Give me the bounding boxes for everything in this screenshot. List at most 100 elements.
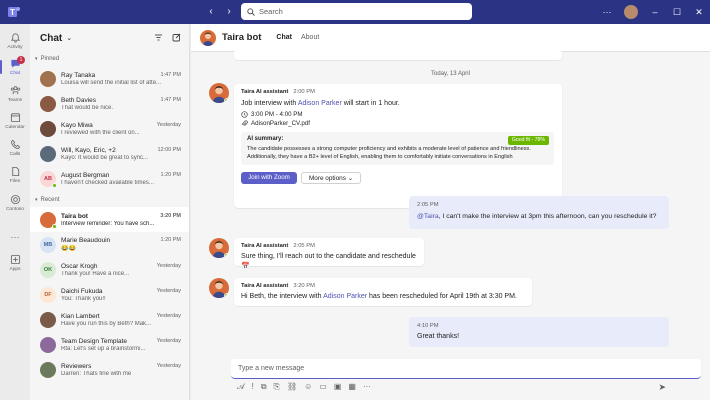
- chat-list-item[interactable]: Kayo Miwa Yesterday I reviewed with the cl…: [30, 116, 189, 141]
- contact-name: Ray Tanaka: [61, 71, 96, 79]
- rail-label: Contoso: [6, 207, 24, 212]
- link-icon[interactable]: ⛓: [287, 382, 297, 392]
- chat-list-item[interactable]: Beth Davies 1:47 PM That would be nice.: [30, 91, 189, 116]
- send-icon[interactable]: ➤: [658, 382, 666, 393]
- close-button[interactable]: ✕: [688, 7, 710, 18]
- chat-list-item[interactable]: AB August Bergman 1:20 PM I haven't checked…: [30, 166, 189, 191]
- chevron-left-icon[interactable]: ‹: [205, 6, 217, 18]
- recent-section-header[interactable]: ▾ Recent: [30, 193, 189, 207]
- rail-chat[interactable]: 1 Chat: [0, 54, 30, 80]
- tab-about[interactable]: About: [301, 24, 319, 52]
- rail-calendar[interactable]: Calendar: [0, 108, 30, 134]
- message-list: Today, 13 April Taira AI assistant 2:00 P…: [191, 49, 710, 373]
- gif-icon[interactable]: ▭: [319, 382, 327, 392]
- pinned-section-header[interactable]: ▾ Pinned: [30, 52, 189, 66]
- composer-toolbar: 𝒜 ! ⧉ ⎘ ⛓ ☺ ▭ ▣ ▦ ···: [237, 382, 371, 392]
- chat-list-item[interactable]: Ray Tanaka 1:47 PM Louisa will send the in…: [30, 66, 189, 91]
- recent-list: Taira bot 3:20 PM Interview reminder: You …: [30, 207, 189, 382]
- more-icon[interactable]: ···: [0, 224, 30, 250]
- rail-apps[interactable]: Apps: [0, 250, 30, 276]
- chat-item-top: Daichi Fukuda Yesterday: [61, 288, 181, 295]
- rail-label: Chat: [9, 71, 21, 76]
- join-zoom-button[interactable]: Join with Zoom: [241, 172, 297, 184]
- chat-list-item[interactable]: Kian Lambert Yesterday Have you run this b…: [30, 307, 189, 332]
- message-time: 4:10 PM: [417, 323, 439, 329]
- contoso-icon: [10, 194, 20, 205]
- avatar: [40, 70, 56, 87]
- rail-teams[interactable]: Teams: [0, 81, 30, 107]
- bell-icon: [10, 33, 20, 43]
- chat-list-item[interactable]: DF Daichi Fukuda Yesterday You: Thank you!!: [30, 282, 189, 307]
- maximize-button[interactable]: ☐: [666, 7, 688, 18]
- minimize-button[interactable]: –: [644, 7, 666, 17]
- filter-icon[interactable]: [154, 33, 163, 42]
- message-sender: Taira AI assistant 2:05 PM: [241, 243, 315, 249]
- chat-list-item[interactable]: MB Marie Beaudouin 1:20 PM 😂😂: [30, 232, 189, 257]
- chat-list-item[interactable]: Will, Kayo, Eric, +2 12:00 PM Kayo: It wou…: [30, 141, 189, 166]
- search-placeholder: Search: [259, 7, 283, 16]
- panel-title[interactable]: Chat: [40, 33, 62, 44]
- rail-activity[interactable]: Activity: [0, 28, 30, 54]
- file-icon: [11, 166, 19, 177]
- message-preview: Interview reminder: You have sch...: [61, 220, 155, 227]
- chat-list-item[interactable]: Reviewers Yesterday Darren: Thats fine wit…: [30, 357, 189, 382]
- rail-contoso[interactable]: Contoso: [0, 190, 30, 216]
- panel-actions: [154, 33, 181, 42]
- emoji-icon[interactable]: ☺: [304, 382, 312, 392]
- rail-label: Apps: [9, 267, 21, 272]
- chat-item-top: August Bergman 1:20 PM: [61, 172, 181, 179]
- message-preview: Darren: Thats fine with me: [61, 370, 132, 377]
- candidate-link[interactable]: Adison Parker: [298, 100, 342, 107]
- date-separator: Today, 13 April: [431, 71, 470, 77]
- new-chat-icon[interactable]: [172, 33, 181, 42]
- rail-label: Activity: [7, 45, 23, 50]
- unread-badge: 1: [17, 56, 25, 64]
- chat-list-item[interactable]: OK Oscar Krogh Yesterday Thank you! Have a …: [30, 257, 189, 282]
- svg-text:T: T: [10, 8, 15, 17]
- message-text: Job interview with Adison Parker will st…: [241, 99, 400, 109]
- message-preview: I haven't checked available times...: [61, 179, 154, 186]
- chat-list-item[interactable]: Taira bot 3:20 PM Interview reminder: You …: [30, 207, 189, 232]
- more-options-button[interactable]: More options ⌄: [301, 172, 361, 184]
- search-icon: [247, 7, 255, 16]
- online-status: [224, 293, 229, 298]
- attachment-row[interactable]: AdisonParker_CV.pdf: [241, 120, 310, 127]
- collapse-icon: ▾: [35, 197, 38, 203]
- mention-link[interactable]: @Taira: [417, 213, 439, 220]
- profile-avatar[interactable]: [624, 5, 638, 19]
- more-icon[interactable]: ···: [363, 382, 371, 392]
- phone-icon: [10, 139, 20, 150]
- composer-placeholder: Type a new message: [238, 365, 305, 372]
- message-composer[interactable]: Type a new message: [231, 359, 701, 379]
- tab-chat[interactable]: Chat: [276, 24, 292, 52]
- text-fragment: Hi Beth, the interview with: [241, 293, 324, 300]
- avatar: [40, 120, 56, 137]
- sticker-icon[interactable]: ▣: [334, 382, 342, 392]
- attachment-name[interactable]: AdisonParker_CV.pdf: [251, 120, 310, 127]
- schedule-meeting-icon[interactable]: ▦: [348, 382, 356, 392]
- chevron-down-icon[interactable]: ⌄: [66, 34, 72, 42]
- rail-files[interactable]: Files: [0, 162, 30, 188]
- more-options-button[interactable]: ···: [596, 7, 618, 17]
- search-input[interactable]: Search: [241, 3, 472, 20]
- priority-icon[interactable]: !: [252, 382, 254, 392]
- rail-label: Calls: [9, 152, 21, 157]
- chat-item-body: August Bergman 1:20 PM I haven't checked a…: [61, 172, 181, 186]
- chat-item-top: Kayo Miwa Yesterday: [61, 122, 181, 129]
- chat-item-top: Oscar Krogh Yesterday: [61, 263, 181, 270]
- message-time: 1:20 PM: [160, 237, 181, 243]
- attach-icon[interactable]: ⎘: [274, 382, 280, 392]
- contact-name: August Bergman: [61, 171, 110, 179]
- my-message-thanks: 4:10 PM Great thanks!: [409, 317, 669, 347]
- message-preview: You: Thank you!!: [61, 295, 106, 302]
- loop-icon[interactable]: ⧉: [261, 382, 267, 392]
- more-options-label: More options: [308, 175, 346, 182]
- format-icon[interactable]: 𝒜: [237, 382, 245, 392]
- chevron-right-icon[interactable]: ›: [223, 6, 235, 18]
- candidate-link[interactable]: Adison Parker: [323, 293, 367, 300]
- avatar: [40, 145, 56, 162]
- rail-calls[interactable]: Calls: [0, 135, 30, 161]
- chat-list-item[interactable]: Team Design Template Yesterday Rta: Let's …: [30, 332, 189, 357]
- chat-item-body: Taira bot 3:20 PM Interview reminder: You …: [61, 213, 181, 227]
- sender-name: Taira AI assistant: [241, 243, 289, 249]
